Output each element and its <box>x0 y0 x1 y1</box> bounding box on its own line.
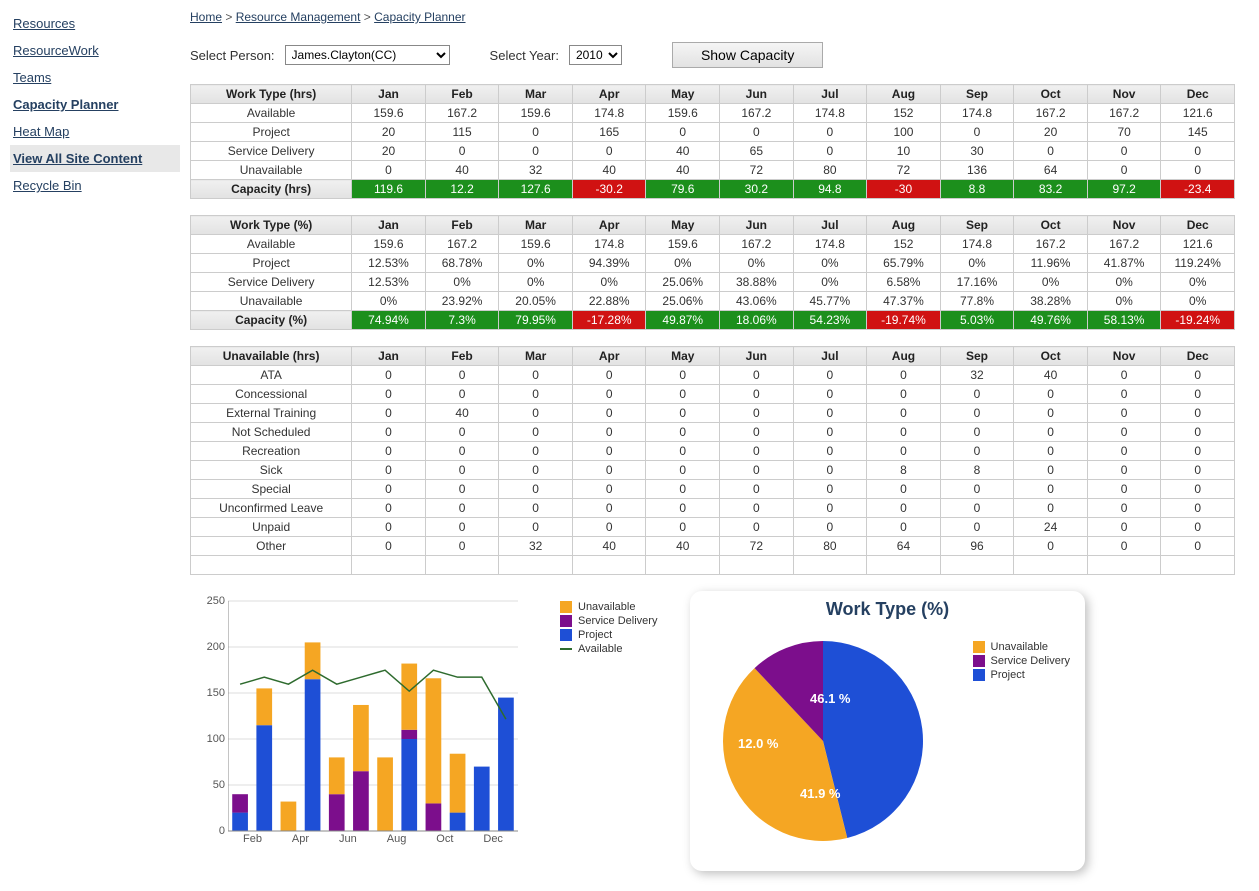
table-header: Work Type (hrs)JanFebMarAprMayJunJulAugS… <box>191 85 1235 104</box>
breadcrumb-rm[interactable]: Resource Management <box>236 10 361 24</box>
table-row: Not Scheduled000000000000 <box>191 423 1235 442</box>
table-unavail: Unavailable (hrs)JanFebMarAprMayJunJulAu… <box>190 346 1235 575</box>
sidebar: Resources ResourceWork Teams Capacity Pl… <box>0 0 185 891</box>
table-row: Unavailable0403240407280721366400 <box>191 161 1235 180</box>
table-row: Special000000000000 <box>191 480 1235 499</box>
capacity-row: Capacity (hrs)119.612.2127.6-30.279.630.… <box>191 180 1235 199</box>
sidebar-item-resourcework[interactable]: ResourceWork <box>10 37 180 64</box>
table-row: Unpaid0000000002400 <box>191 518 1235 537</box>
table-row: Service Delivery20000406501030000 <box>191 142 1235 161</box>
table-row: Unavailable0%23.92%20.05%22.88%25.06%43.… <box>191 292 1235 311</box>
year-select[interactable]: 2010 <box>569 45 622 65</box>
table-row: Sick000000088000 <box>191 461 1235 480</box>
table-row: Unconfirmed Leave000000000000 <box>191 499 1235 518</box>
pie-legend: Unavailable Service Delivery Project <box>973 641 1070 683</box>
bar-chart: 050100150200250 FebAprJunAugOctDec Unava… <box>190 591 660 861</box>
table-header: Unavailable (hrs)JanFebMarAprMayJunJulAu… <box>191 347 1235 366</box>
person-select[interactable]: James.Clayton(CC) <box>285 45 450 65</box>
bar-legend: Unavailable Service Delivery Project Ava… <box>560 601 657 657</box>
pie-chart: Work Type (%) Unavailable Service Delive… <box>690 591 1085 871</box>
table-header: Work Type (%)JanFebMarAprMayJunJulAugSep… <box>191 216 1235 235</box>
table-row: Project20115016500010002070145 <box>191 123 1235 142</box>
sidebar-item-view-all[interactable]: View All Site Content <box>10 145 180 172</box>
table-row: Available159.6167.2159.6174.8159.6167.21… <box>191 235 1235 254</box>
sidebar-item-teams[interactable]: Teams <box>10 64 180 91</box>
table-row <box>191 556 1235 575</box>
person-label: Select Person: <box>190 48 275 63</box>
sidebar-item-capacity-planner[interactable]: Capacity Planner <box>10 91 180 118</box>
pie-title: Work Type (%) <box>690 591 1085 620</box>
sidebar-item-heat-map[interactable]: Heat Map <box>10 118 180 145</box>
year-label: Select Year: <box>490 48 559 63</box>
table-row: Other0032404072806496000 <box>191 537 1235 556</box>
table-row: Concessional000000000000 <box>191 385 1235 404</box>
table-row: ATA00000000324000 <box>191 366 1235 385</box>
breadcrumb: Home > Resource Management > Capacity Pl… <box>190 10 1244 42</box>
sidebar-item-recycle-bin[interactable]: Recycle Bin <box>10 172 180 199</box>
table-row: Project12.53%68.78%0%94.39%0%0%0%65.79%0… <box>191 254 1235 273</box>
capacity-row: Capacity (%)74.94%7.3%79.95%-17.28%49.87… <box>191 311 1235 330</box>
breadcrumb-home[interactable]: Home <box>190 10 222 24</box>
table-hrs: Work Type (hrs)JanFebMarAprMayJunJulAugS… <box>190 84 1235 199</box>
table-row: Available159.6167.2159.6174.8159.6167.21… <box>191 104 1235 123</box>
controls: Select Person: James.Clayton(CC) Select … <box>190 42 1244 68</box>
show-capacity-button[interactable]: Show Capacity <box>672 42 823 68</box>
table-row: Recreation000000000000 <box>191 442 1235 461</box>
table-row: External Training0400000000000 <box>191 404 1235 423</box>
table-row: Service Delivery12.53%0%0%0%25.06%38.88%… <box>191 273 1235 292</box>
main-content: Home > Resource Management > Capacity Pl… <box>185 0 1259 891</box>
breadcrumb-cp[interactable]: Capacity Planner <box>374 10 465 24</box>
table-pct: Work Type (%)JanFebMarAprMayJunJulAugSep… <box>190 215 1235 330</box>
sidebar-item-resources[interactable]: Resources <box>10 10 180 37</box>
